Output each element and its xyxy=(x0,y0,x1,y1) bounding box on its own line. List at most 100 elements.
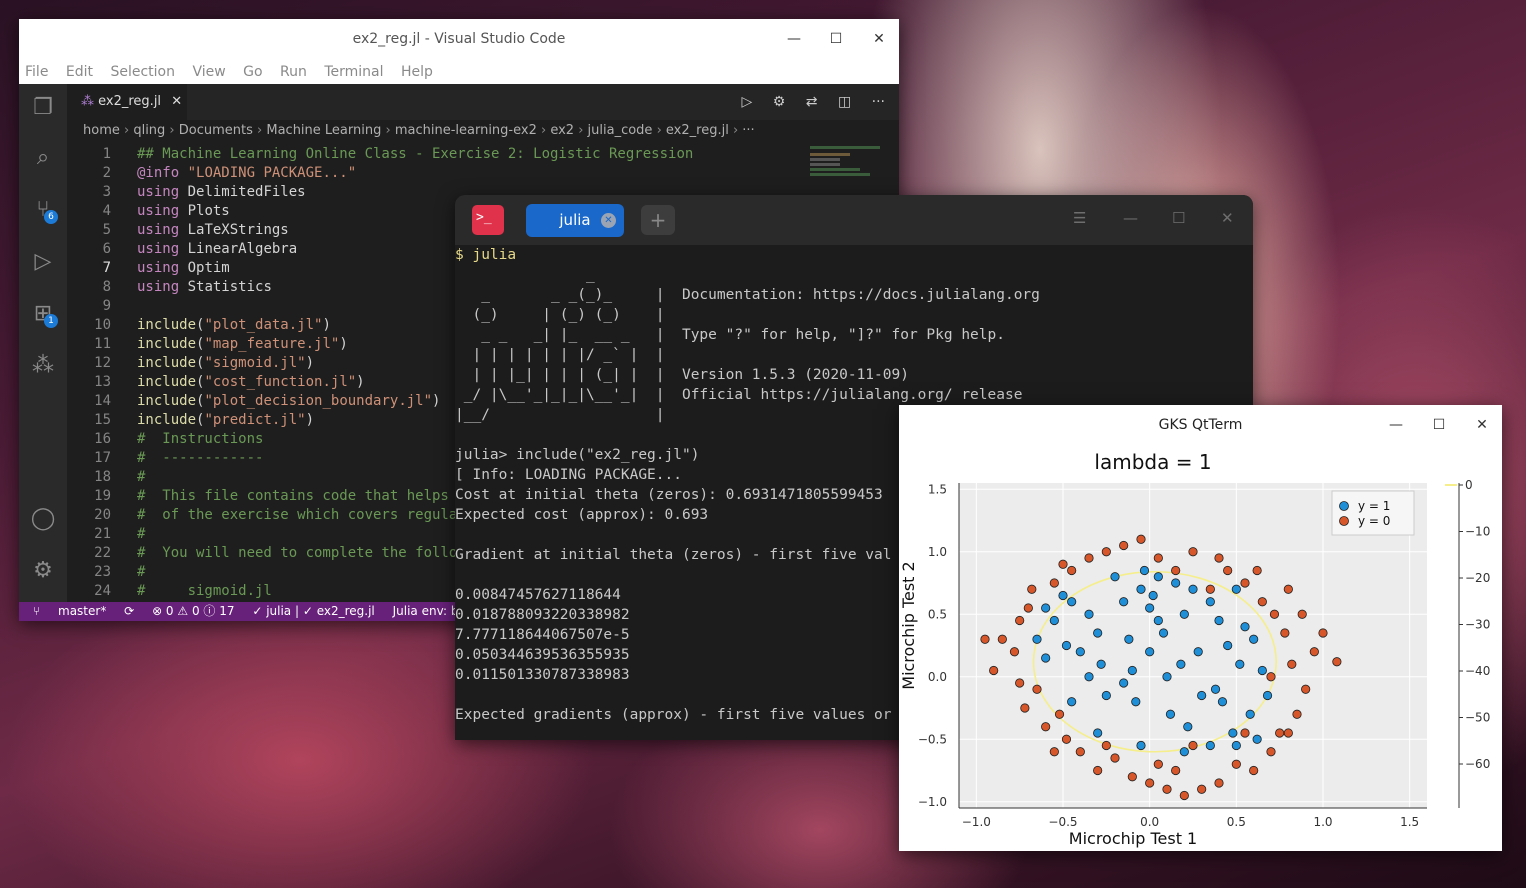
run-debug-icon[interactable]: ▷ xyxy=(19,242,67,282)
terminal-maximize-icon[interactable]: ☐ xyxy=(1172,209,1185,227)
maximize-icon[interactable]: ☐ xyxy=(816,19,856,60)
code-line[interactable]: using LinearAlgebra xyxy=(137,241,297,257)
terminal-line: julia> include("ex2_reg.jl") xyxy=(455,447,700,463)
data-point-y0 xyxy=(1119,540,1129,551)
breadcrumb-item[interactable]: Machine Learning xyxy=(266,123,381,138)
menu-view[interactable]: View xyxy=(192,64,225,80)
y-axis-label: Microchip Test 2 xyxy=(899,561,918,689)
tab-close-icon[interactable]: ✕ xyxy=(171,94,182,109)
code-line[interactable]: # xyxy=(137,526,145,542)
terminal-minimize-icon[interactable]: — xyxy=(1123,209,1138,227)
data-point-y0 xyxy=(1101,547,1111,557)
code-line[interactable]: using Plots xyxy=(137,203,230,219)
julia-icon[interactable]: ⁂ xyxy=(19,346,67,386)
search-icon[interactable]: ⌕ xyxy=(19,138,67,178)
gks-maximize-icon[interactable]: ☐ xyxy=(1419,405,1459,446)
breadcrumb-item[interactable]: ··· xyxy=(742,123,754,138)
code-line[interactable]: using Optim xyxy=(137,260,230,276)
data-point-y1 xyxy=(1148,590,1158,601)
terminal-line: [ Info: LOADING PACKAGE... xyxy=(455,467,682,483)
new-tab-button[interactable]: + xyxy=(641,205,675,235)
code-line[interactable]: # sigmoid.jl xyxy=(137,583,272,599)
code-line[interactable]: include("map_feature.jl") xyxy=(137,336,348,352)
code-line[interactable]: include("predict.jl") xyxy=(137,412,314,428)
explorer-icon[interactable]: ❐ xyxy=(19,88,67,128)
more-actions-icon[interactable]: ··· xyxy=(872,94,885,110)
sync-icon[interactable]: ⟳ xyxy=(124,604,134,618)
breadcrumb-item[interactable]: qling xyxy=(133,123,165,138)
run-file-icon[interactable]: ▷ xyxy=(742,94,753,110)
debug-file-icon[interactable]: ⚙ xyxy=(773,94,786,110)
split-editor-icon[interactable]: ◫ xyxy=(838,94,851,110)
julia-status[interactable]: ✓ julia | ✓ ex2_reg.jl xyxy=(252,604,374,618)
breadcrumb-item[interactable]: machine-learning-ex2 xyxy=(395,123,537,138)
menu-go[interactable]: Go xyxy=(243,64,262,80)
menu-terminal[interactable]: Terminal xyxy=(324,64,383,80)
terminal-tab-close-icon[interactable]: ✕ xyxy=(601,213,616,228)
minimap[interactable] xyxy=(804,142,899,202)
data-point-y1 xyxy=(1262,690,1273,701)
data-point-y1 xyxy=(1197,690,1207,701)
terminal-line: 0.050344639536355935 xyxy=(455,647,630,663)
open-changes-icon[interactable]: ⇄ xyxy=(806,94,818,110)
data-point-y1 xyxy=(1153,615,1163,626)
account-icon[interactable]: ◯ xyxy=(19,499,67,539)
breadcrumb-item[interactable]: julia_code xyxy=(588,123,653,138)
code-line[interactable]: include("sigmoid.jl") xyxy=(137,355,314,371)
menu-file[interactable]: File xyxy=(25,64,48,80)
problems-status[interactable]: ⊗ 0 ⚠ 0 ⓘ 17 xyxy=(152,604,234,618)
tab-label: ex2_reg.jl xyxy=(98,94,162,109)
data-point-y1 xyxy=(1061,640,1072,651)
code-line[interactable]: include("plot_data.jl") xyxy=(137,317,331,333)
terminal-line: _/ |\__'_|_|_|\__'_| | Official https://… xyxy=(455,387,1023,403)
data-point-y0 xyxy=(1266,747,1276,757)
code-line[interactable]: @info "LOADING PACKAGE..." xyxy=(137,165,356,181)
gks-close-icon[interactable]: ✕ xyxy=(1462,405,1502,446)
hamburger-menu-icon[interactable]: ☰ xyxy=(1073,209,1086,227)
menu-edit[interactable]: Edit xyxy=(66,64,93,80)
data-point-y0 xyxy=(1009,647,1020,657)
code-line[interactable]: # Instructions xyxy=(137,431,263,447)
code-line[interactable]: # xyxy=(137,469,145,485)
code-line[interactable]: # You will need to complete the follo xyxy=(137,545,457,561)
code-line[interactable]: ## Machine Learning Online Class - Exerc… xyxy=(137,146,693,162)
minimize-icon[interactable]: — xyxy=(774,19,814,60)
code-line[interactable]: using DelimitedFiles xyxy=(137,184,306,200)
close-icon[interactable]: ✕ xyxy=(859,19,899,60)
code-line[interactable]: # of the exercise which covers regula xyxy=(137,507,457,523)
breadcrumb-item[interactable]: ex2 xyxy=(550,123,574,138)
data-point-y0 xyxy=(1240,578,1250,588)
line-number: 19 xyxy=(94,488,111,504)
data-point-y1 xyxy=(1032,634,1042,644)
terminal-header: >_ julia ✕ + ☰ — ☐ ✕ xyxy=(455,195,1253,245)
data-point-y0 xyxy=(1110,753,1120,763)
menu-help[interactable]: Help xyxy=(401,64,433,80)
menu-run[interactable]: Run xyxy=(280,64,307,80)
menu-selection[interactable]: Selection xyxy=(110,64,175,80)
data-point-y0 xyxy=(1266,672,1276,682)
source-control-icon[interactable]: ⑂ 6 xyxy=(19,190,67,230)
code-line[interactable]: include("plot_decision_boundary.jl") xyxy=(137,393,440,409)
data-point-y0 xyxy=(1153,553,1163,563)
code-line[interactable]: # xyxy=(137,564,145,580)
code-line[interactable]: include("cost_function.jl") xyxy=(137,374,365,390)
data-point-y0 xyxy=(1205,584,1215,594)
terminal-close-icon[interactable]: ✕ xyxy=(1221,209,1234,227)
terminal-tab-julia[interactable]: julia ✕ xyxy=(526,204,624,237)
gks-minimize-icon[interactable]: — xyxy=(1376,405,1416,446)
extensions-icon[interactable]: ⊞ 1 xyxy=(19,294,67,334)
data-point-y0 xyxy=(1162,784,1172,794)
line-number: 7 xyxy=(102,260,111,276)
settings-gear-icon[interactable]: ⚙ xyxy=(19,551,67,591)
data-point-y0 xyxy=(1049,747,1059,757)
breadcrumb-item[interactable]: ex2_reg.jl xyxy=(666,123,729,138)
code-line[interactable]: using Statistics xyxy=(137,279,272,295)
code-line[interactable]: # ------------ xyxy=(137,450,263,466)
code-line[interactable]: # This file contains code that helps xyxy=(137,488,449,504)
code-line[interactable]: using LaTeXStrings xyxy=(137,222,289,238)
breadcrumb-item[interactable]: home xyxy=(83,123,120,138)
tab-ex2-reg[interactable]: ⁂ ex2_reg.jl ✕ xyxy=(67,84,187,120)
data-point-y0 xyxy=(1067,565,1077,576)
breadcrumb-item[interactable]: Documents xyxy=(179,123,253,138)
git-branch-status[interactable]: ⑂ master* xyxy=(33,604,106,618)
